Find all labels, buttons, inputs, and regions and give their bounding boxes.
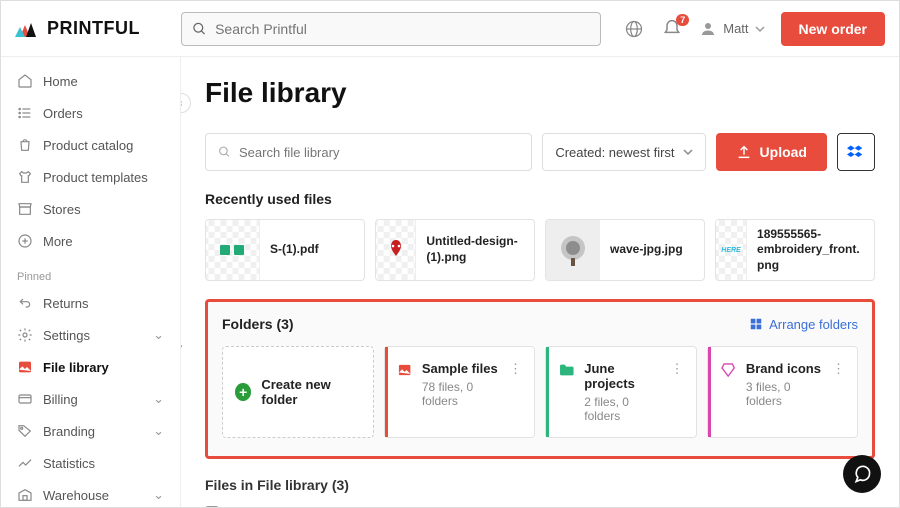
plus-circle-icon <box>17 233 33 249</box>
sidebar-item-orders[interactable]: Orders <box>1 97 180 129</box>
dropbox-button[interactable] <box>837 133 875 171</box>
sort-select[interactable]: Created: newest first <box>542 133 705 171</box>
user-name: Matt <box>723 21 748 36</box>
card-icon <box>17 391 33 407</box>
globe-icon[interactable] <box>623 18 645 40</box>
user-icon <box>699 20 717 38</box>
file-thumbnail: HERE <box>716 219 747 281</box>
chevron-down-icon: ⌄ <box>153 423 164 439</box>
folder-icon <box>558 361 574 379</box>
upload-button[interactable]: Upload <box>716 133 827 171</box>
folder-card[interactable]: June projects2 files, 0 folders ⋮ <box>545 346 697 438</box>
create-folder-button[interactable]: + Create new folder <box>222 346 374 438</box>
checkbox-icon <box>205 506 219 508</box>
sidebar-item-branding[interactable]: Branding⌄ <box>1 415 180 447</box>
chat-button[interactable] <box>843 455 881 493</box>
diamond-icon <box>720 361 736 379</box>
folder-card[interactable]: Sample files78 files, 0 folders ⋮ <box>384 346 536 438</box>
sidebar-item-settings[interactable]: Settings⌄ <box>1 319 180 351</box>
home-icon <box>17 73 33 89</box>
global-search[interactable] <box>181 12 601 46</box>
sidebar-item-templates[interactable]: Product templates <box>1 161 180 193</box>
notification-badge: 7 <box>676 14 689 26</box>
tag-icon <box>17 423 33 439</box>
sidebar-item-statistics[interactable]: Statistics <box>1 447 180 479</box>
sidebar-item-file-library[interactable]: File library <box>1 351 180 383</box>
grid-icon <box>749 317 763 331</box>
sidebar-item-more[interactable]: More <box>1 225 180 257</box>
chevron-down-icon: ⌄ <box>153 487 164 503</box>
sidebar-item-returns[interactable]: Returns <box>1 287 180 319</box>
collapse-sidebar-button[interactable]: ‹ <box>181 93 191 113</box>
sidebar-item-billing[interactable]: Billing⌄ <box>1 383 180 415</box>
sidebar: Home Orders Product catalog Product temp… <box>1 57 181 507</box>
folder-menu-button[interactable]: ⋮ <box>832 361 845 377</box>
folders-title: Folders (3) <box>222 316 294 332</box>
recent-file[interactable]: wave-jpg.jpg <box>545 219 705 281</box>
recent-file[interactable]: HERE189555565-embroidery_front.png <box>715 219 875 281</box>
folder-menu-button[interactable]: ⋮ <box>509 361 522 377</box>
sidebar-item-catalog[interactable]: Product catalog <box>1 129 180 161</box>
sidebar-item-stores[interactable]: Stores <box>1 193 180 225</box>
list-icon <box>17 105 33 121</box>
brand-logo[interactable]: PRINTFUL <box>15 18 181 39</box>
upload-icon <box>736 144 752 160</box>
arrange-folders-link[interactable]: Arrange folders <box>749 317 858 332</box>
library-search[interactable] <box>205 133 532 171</box>
plus-icon: + <box>235 383 251 401</box>
folder-menu-button[interactable]: ⋮ <box>671 361 684 377</box>
new-order-button[interactable]: New order <box>781 12 885 46</box>
library-search-input[interactable] <box>239 145 519 160</box>
file-thumbnail <box>546 219 600 281</box>
warehouse-icon <box>17 487 33 503</box>
brand-name: PRINTFUL <box>47 18 140 39</box>
shirt-icon <box>17 169 33 185</box>
chart-icon <box>17 455 33 471</box>
chat-icon <box>852 464 872 484</box>
recent-file[interactable]: S-(1).pdf <box>205 219 365 281</box>
chevron-down-icon <box>755 24 765 34</box>
recent-files-title: Recently used files <box>205 191 875 207</box>
chevron-down-icon: ⌄ <box>153 327 164 343</box>
store-icon <box>17 201 33 217</box>
file-thumbnail <box>206 219 260 281</box>
image-icon <box>397 361 412 379</box>
folder-card[interactable]: Brand icons3 files, 0 folders ⋮ <box>707 346 859 438</box>
sidebar-item-warehouse[interactable]: Warehouse⌄ <box>1 479 180 507</box>
select-all-checkbox[interactable]: Select all <box>205 505 875 507</box>
recent-file[interactable]: Untitled-design-(1).png <box>375 219 535 281</box>
sidebar-item-home[interactable]: Home <box>1 65 180 97</box>
notifications-button[interactable]: 7 <box>661 18 683 40</box>
global-search-input[interactable] <box>215 21 590 37</box>
gear-icon <box>17 327 33 343</box>
folders-panel: Folders (3) Arrange folders + Create new… <box>205 299 875 459</box>
return-icon <box>17 295 33 311</box>
image-icon <box>17 359 33 375</box>
pinned-label: Pinned <box>1 257 180 287</box>
dropbox-icon <box>847 143 865 161</box>
files-title: Files in File library (3) <box>205 477 875 493</box>
chevron-down-icon <box>683 147 693 157</box>
search-icon <box>218 145 231 159</box>
file-thumbnail <box>376 219 416 281</box>
user-menu[interactable]: Matt <box>699 20 764 38</box>
chevron-down-icon: ⌄ <box>153 391 164 407</box>
search-icon <box>192 21 207 37</box>
logo-icon <box>15 19 41 39</box>
page-title: File library <box>205 77 875 109</box>
bag-icon <box>17 137 33 153</box>
